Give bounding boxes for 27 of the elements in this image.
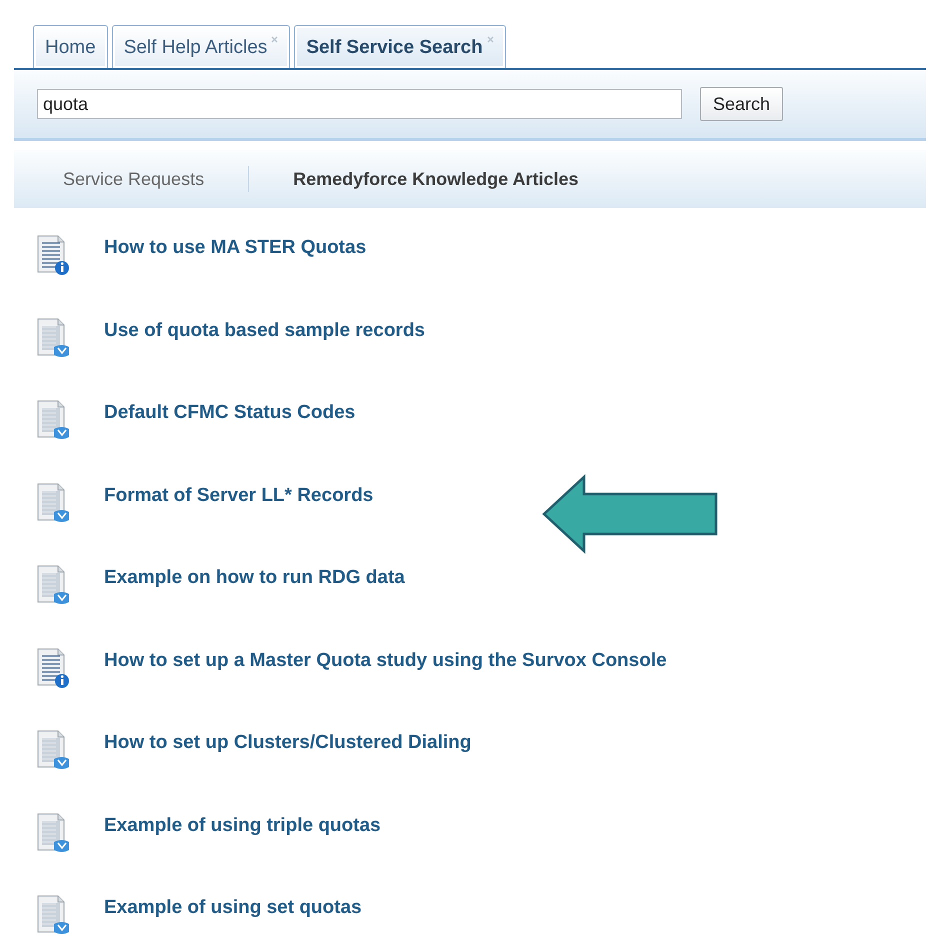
- document-info-icon: [36, 646, 70, 688]
- document-download-icon: [36, 894, 70, 936]
- article-link[interactable]: Default CFMC Status Codes: [104, 399, 356, 424]
- article-link[interactable]: Use of quota based sample records: [104, 316, 425, 342]
- document-download-icon: [36, 399, 70, 441]
- article-link[interactable]: Format of Server LL* Records: [104, 482, 374, 506]
- tab[interactable]: Self Help Articles: [112, 25, 290, 68]
- article-link[interactable]: How to set up Clusters/Clustered Dialing: [104, 729, 472, 754]
- subtab[interactable]: Remedyforce Knowledge Articles: [279, 168, 592, 190]
- article-link[interactable]: Example on how to run RDG data: [104, 564, 405, 589]
- article-link[interactable]: Example of using set quotas: [104, 894, 362, 919]
- document-download-icon: [36, 812, 70, 854]
- subtab[interactable]: Service Requests: [49, 168, 218, 190]
- close-icon[interactable]: [486, 36, 494, 43]
- document-download-icon: [36, 729, 70, 771]
- document-download-icon: [36, 316, 70, 358]
- document-info-icon: [36, 234, 70, 276]
- tab[interactable]: Self Service Search: [294, 25, 506, 68]
- article-link[interactable]: How to set up a Master Quota study using the Survox Console: [104, 646, 667, 672]
- tab[interactable]: Home: [33, 25, 108, 68]
- close-icon[interactable]: [271, 36, 278, 43]
- document-download-icon: [36, 482, 70, 524]
- document-download-icon: [36, 564, 70, 606]
- article-link[interactable]: How to use MA STER Quotas: [104, 234, 366, 259]
- article-link[interactable]: Example of using triple quotas: [104, 812, 381, 836]
- search-field[interactable]: quota: [37, 89, 682, 119]
- search-button[interactable]: Search: [700, 87, 784, 121]
